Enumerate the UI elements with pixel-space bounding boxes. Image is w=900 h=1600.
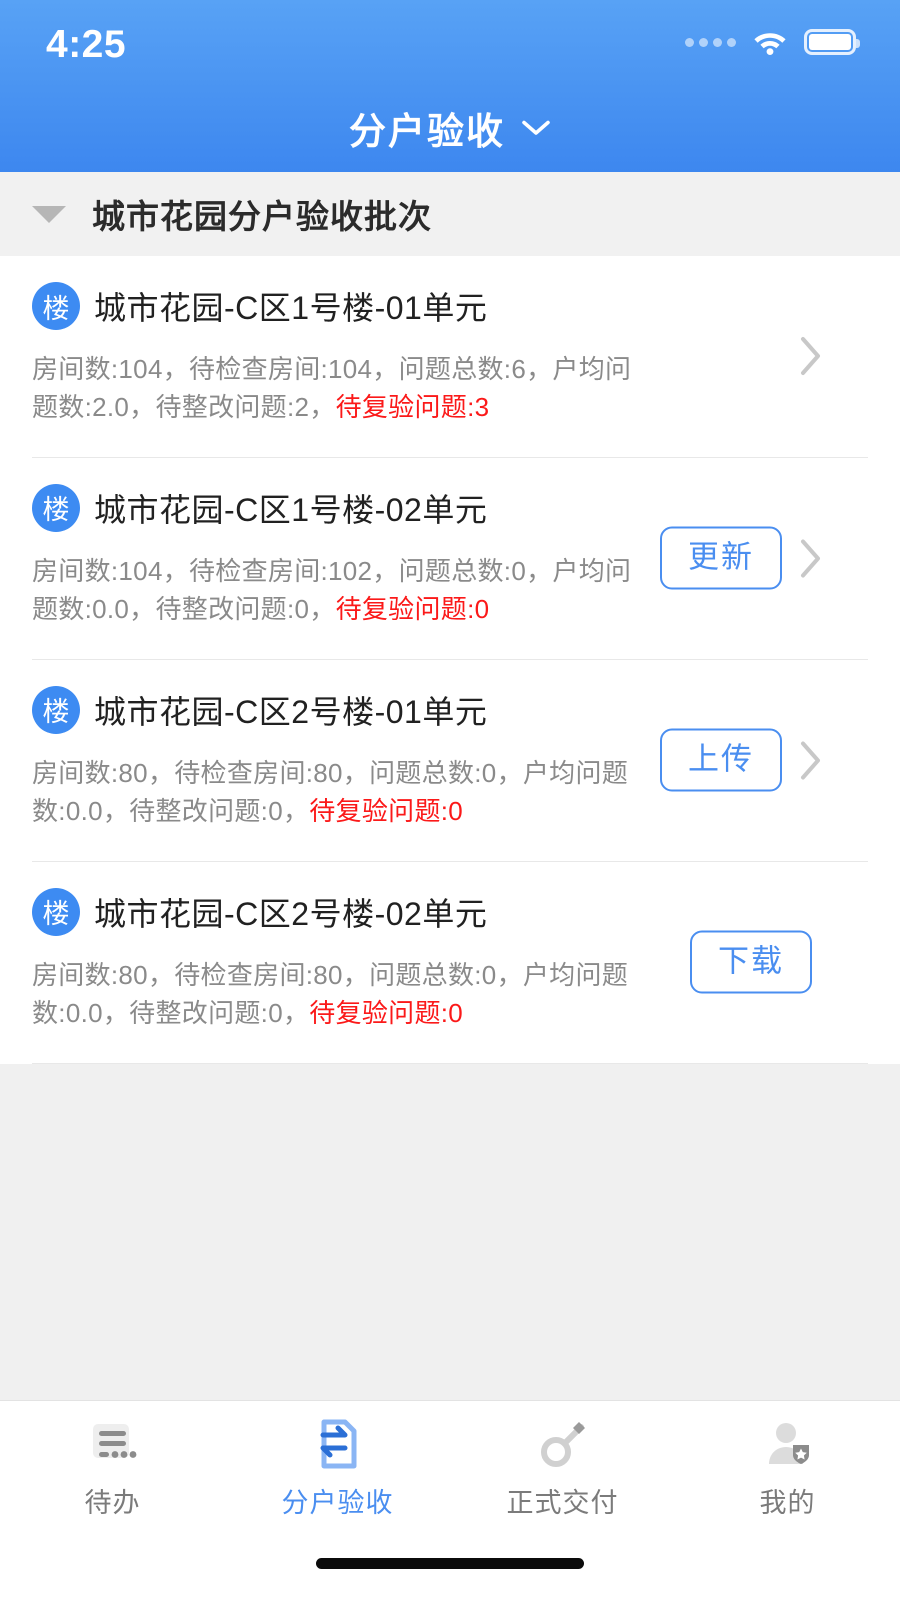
building-badge-icon: 楼 (32, 282, 80, 330)
unit-stats: 房间数:80，待检查房间:80，问题总数:0，户均问题数:0.0，待整改问题:0… (32, 956, 652, 1033)
building-badge-icon: 楼 (32, 685, 80, 734)
unit-stats-warning: 待复验问题:0 (335, 594, 490, 625)
group-header[interactable]: 城市花园分户验收批次 (0, 172, 900, 256)
wifi-icon (754, 33, 786, 55)
list-item[interactable]: 楼 城市花园-C区1号楼-01单元 房间数:104，待检查房间:104，问题总数… (32, 256, 868, 458)
unit-stats-warning: 待复验问题:3 (335, 392, 490, 423)
list-item-actions: 下载 (690, 930, 812, 994)
list-item[interactable]: 楼 城市花园-C区1号楼-02单元 房间数:104，待检查房间:102，问题总数… (32, 458, 868, 660)
update-button[interactable]: 更新 (660, 526, 782, 590)
signal-dots-icon (685, 37, 736, 47)
list-item-actions (800, 336, 822, 376)
list-item-header: 楼 城市花园-C区2号楼-02单元 (32, 887, 868, 936)
battery-full-icon (804, 29, 860, 55)
document-lines-icon (92, 1424, 136, 1458)
unit-name: 城市花园-C区2号楼-01单元 (94, 693, 488, 730)
chevron-right-icon[interactable] (800, 336, 822, 376)
unit-name: 城市花园-C区1号楼-01单元 (94, 290, 488, 326)
status-bar: 4:25 (0, 0, 900, 84)
tab-label: 待办 (84, 1488, 141, 1518)
key-icon (540, 1422, 585, 1467)
bottom-tab-bar: 待办 分户验收 正式交付 我的 (0, 1400, 900, 1552)
group-title: 城市花园分户验收批次 (92, 198, 432, 235)
tab-todo[interactable]: 待办 (0, 1417, 225, 1520)
chevron-right-icon[interactable] (800, 740, 822, 780)
download-button[interactable]: 下载 (690, 930, 812, 994)
user-badge-icon (768, 1423, 809, 1464)
unit-name: 城市花园-C区2号楼-02单元 (94, 895, 488, 932)
tab-label: 我的 (759, 1488, 816, 1518)
tab-formal-delivery[interactable]: 正式交付 (450, 1417, 675, 1520)
unit-stats: 房间数:104，待检查房间:102，问题总数:0，户均问题数:0.0，待整改问题… (32, 552, 652, 629)
building-badge-icon: 楼 (32, 483, 80, 532)
app-header: 4:25 分户验收 (0, 0, 900, 172)
home-indicator-area (0, 1552, 900, 1600)
unit-stats-warning: 待复验问题:0 (309, 998, 464, 1029)
unit-stats-text: 房间数:104，待检查房间:102，问题总数:0，户均问题数:0.0，待整改问题… (32, 555, 632, 625)
list-item-header: 楼 城市花园-C区2号楼-01单元 (32, 685, 868, 734)
unit-name: 城市花园-C区1号楼-02单元 (94, 491, 488, 528)
app-screen: 4:25 分户验收 城市花园分户验收批次 楼 城市花园-C区1号楼-01单元 房… (0, 0, 900, 1600)
chevron-right-icon[interactable] (800, 538, 822, 578)
home-indicator[interactable] (316, 1558, 584, 1569)
unit-stats: 房间数:80，待检查房间:80，问题总数:0，户均问题数:0.0，待整改问题:0… (32, 754, 652, 831)
list-item-actions: 更新 (660, 526, 822, 590)
unit-list: 楼 城市花园-C区1号楼-01单元 房间数:104，待检查房间:104，问题总数… (0, 256, 900, 1064)
unit-stats: 房间数:104，待检查房间:104，问题总数:6，户均问题数:2.0，待整改问题… (32, 350, 652, 427)
document-exchange-icon (320, 1419, 356, 1469)
list-item[interactable]: 楼 城市花园-C区2号楼-02单元 房间数:80，待检查房间:80，问题总数:0… (32, 862, 868, 1064)
status-time: 4:25 (46, 22, 127, 66)
triangle-down-icon[interactable] (32, 205, 66, 223)
nav-bar: 分户验收 (0, 84, 900, 172)
unit-stats-warning: 待复验问题:0 (309, 796, 464, 827)
tab-household-acceptance[interactable]: 分户验收 (225, 1417, 450, 1520)
building-badge-icon: 楼 (32, 887, 80, 936)
tab-label: 分户验收 (281, 1488, 394, 1518)
status-icons (685, 29, 860, 55)
unit-stats-text: 房间数:104，待检查房间:104，问题总数:6，户均问题数:2.0，待整改问题… (32, 354, 632, 423)
empty-area (0, 1063, 900, 1400)
tab-label: 正式交付 (506, 1488, 619, 1518)
chevron-down-icon[interactable] (521, 119, 551, 137)
page-title: 分户验收 (349, 111, 505, 152)
upload-button[interactable]: 上传 (660, 728, 782, 792)
list-item[interactable]: 楼 城市花园-C区2号楼-01单元 房间数:80，待检查房间:80，问题总数:0… (32, 660, 868, 862)
tab-profile[interactable]: 我的 (675, 1417, 900, 1520)
list-item-header: 楼 城市花园-C区1号楼-02单元 (32, 483, 868, 532)
list-item-header: 楼 城市花园-C区1号楼-01单元 (32, 282, 868, 330)
list-item-actions: 上传 (660, 728, 822, 792)
